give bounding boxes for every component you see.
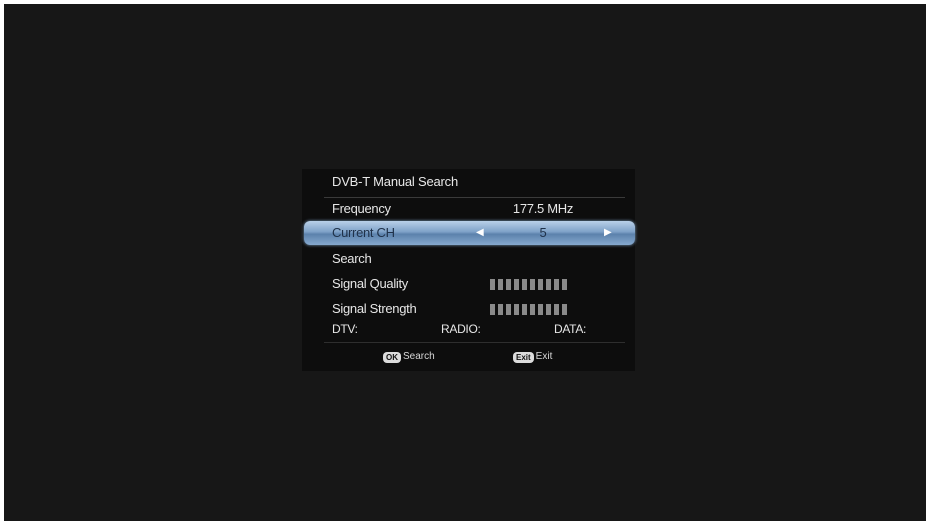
dtv-count-label: DTV:	[332, 322, 358, 336]
meter-segment	[554, 304, 559, 315]
triangle-left-icon[interactable]: ◀	[476, 221, 484, 245]
meter-segment	[562, 279, 567, 290]
signal-quality-label: Signal Quality	[332, 276, 409, 291]
meter-segment	[498, 304, 503, 315]
data-count-label: DATA:	[554, 322, 587, 336]
signal-strength-meter	[490, 304, 567, 315]
key-hints-bar: OK Search Exit Exit	[302, 350, 635, 364]
meter-segment	[546, 304, 551, 315]
signal-quality-meter	[490, 279, 567, 290]
frequency-label: Frequency	[332, 201, 391, 216]
meter-segment	[538, 304, 543, 315]
meter-segment	[546, 279, 551, 290]
meter-segment	[530, 304, 535, 315]
meter-segment	[554, 279, 559, 290]
meter-segment	[530, 279, 535, 290]
meter-segment	[514, 279, 519, 290]
manual-search-dialog: DVB-T Manual Search Frequency 177.5 MHz …	[302, 169, 635, 371]
frequency-row[interactable]: Frequency 177.5 MHz	[302, 198, 635, 220]
meter-segment	[506, 279, 511, 290]
exit-hint[interactable]: Exit Exit	[513, 350, 552, 364]
triangle-right-icon[interactable]: ▶	[604, 221, 612, 245]
tv-screen: DVB-T Manual Search Frequency 177.5 MHz …	[4, 4, 926, 521]
ok-key-icon: OK	[383, 351, 401, 363]
search-label: Search	[332, 251, 372, 266]
radio-count-label: RADIO:	[441, 322, 481, 336]
frequency-value: 177.5 MHz	[512, 201, 574, 216]
signal-strength-label: Signal Strength	[332, 301, 417, 316]
meter-segment	[538, 279, 543, 290]
ok-search-hint[interactable]: OK Search	[383, 350, 435, 364]
current-ch-row[interactable]: Current CH ◀ 5 ▶	[304, 221, 635, 245]
meter-segment	[514, 304, 519, 315]
meter-segment	[506, 304, 511, 315]
current-ch-value: 5	[539, 225, 547, 240]
meter-segment	[490, 279, 495, 290]
signal-quality-row: Signal Quality	[302, 273, 635, 295]
ok-hint-label: Search	[403, 351, 435, 362]
meter-segment	[522, 304, 527, 315]
dialog-title: DVB-T Manual Search	[332, 174, 459, 189]
exit-hint-label: Exit	[535, 351, 553, 362]
meter-segment	[498, 279, 503, 290]
signal-strength-row: Signal Strength	[302, 298, 635, 320]
current-ch-label: Current CH	[332, 225, 395, 240]
meter-segment	[522, 279, 527, 290]
meter-segment	[562, 304, 567, 315]
search-row[interactable]: Search	[302, 248, 635, 270]
meter-segment	[490, 304, 495, 315]
exit-key-icon: Exit	[513, 351, 534, 363]
channel-counts-row: DTV: RADIO: DATA:	[302, 320, 635, 338]
hints-divider	[324, 342, 625, 343]
